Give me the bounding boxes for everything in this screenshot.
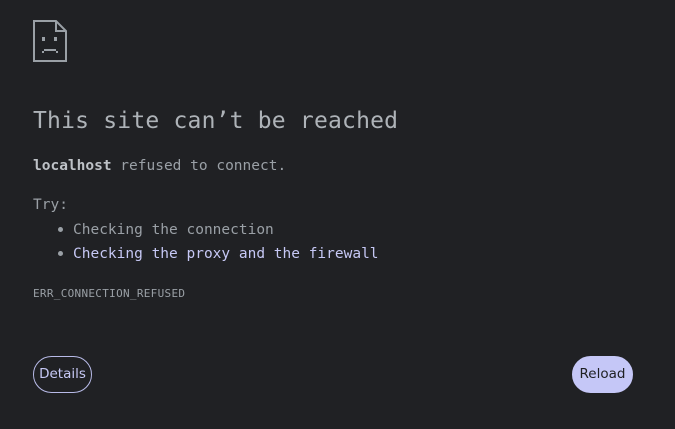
list-item: Checking the proxy and the firewall bbox=[33, 244, 379, 268]
suggestion-check-connection: Checking the connection bbox=[73, 222, 274, 238]
host-name: localhost bbox=[33, 158, 112, 174]
suggestion-check-proxy-link[interactable]: Checking the proxy and the firewall bbox=[73, 246, 379, 262]
sad-page-icon bbox=[33, 20, 67, 62]
try-label: Try: bbox=[33, 197, 68, 213]
details-button[interactable]: Details bbox=[33, 356, 92, 393]
page-title: This site can’t be reached bbox=[33, 108, 399, 134]
error-message-text: refused to connect. bbox=[111, 158, 287, 174]
reload-button[interactable]: Reload bbox=[572, 356, 633, 393]
suggestions-list: Checking the connection Checking the pro… bbox=[33, 220, 379, 268]
bullet-icon bbox=[58, 251, 63, 256]
bullet-icon bbox=[58, 227, 63, 232]
error-page: This site can’t be reached localhost ref… bbox=[0, 0, 675, 429]
list-item: Checking the connection bbox=[33, 220, 379, 244]
error-code: ERR_CONNECTION_REFUSED bbox=[33, 287, 186, 300]
error-message: localhost refused to connect. bbox=[33, 158, 286, 174]
